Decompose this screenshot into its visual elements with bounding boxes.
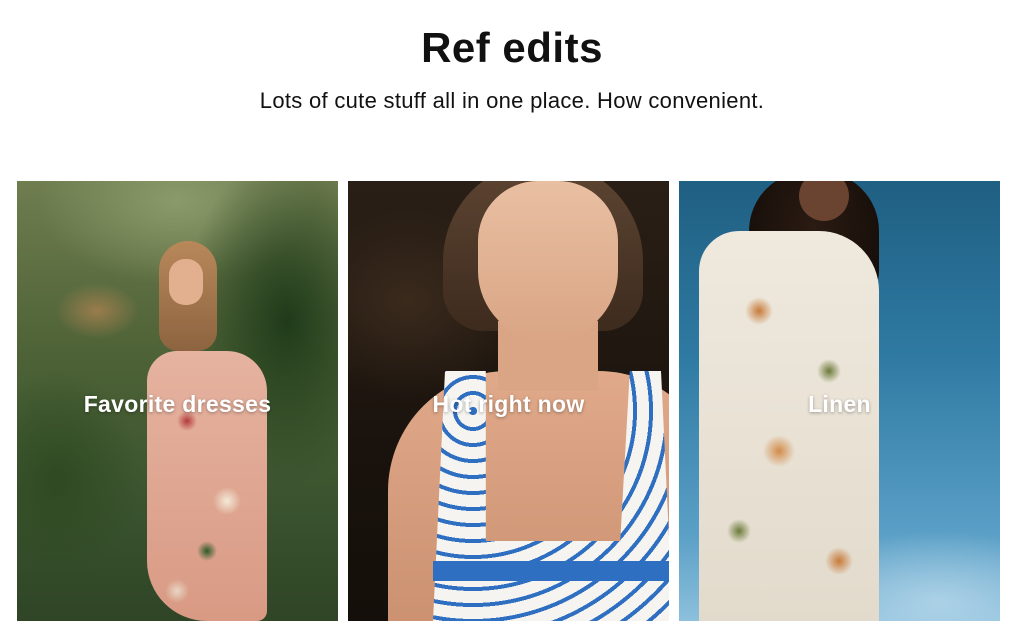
page-subtitle: Lots of cute stuff all in one place. How…	[259, 88, 765, 113]
model-figure	[137, 241, 287, 621]
card-hot-right-now[interactable]: Hot right now	[348, 181, 669, 621]
card-label[interactable]: Linen	[679, 391, 1000, 418]
card-label[interactable]: Hot right now	[348, 391, 669, 418]
card-label[interactable]: Favorite dresses	[17, 391, 338, 418]
page-title: Ref edits	[421, 24, 603, 71]
card-linen[interactable]: Linen	[679, 181, 1000, 621]
edit-cards: Favorite dresses Hot right now Linen	[17, 181, 1002, 621]
card-favorite-dresses[interactable]: Favorite dresses	[17, 181, 338, 621]
